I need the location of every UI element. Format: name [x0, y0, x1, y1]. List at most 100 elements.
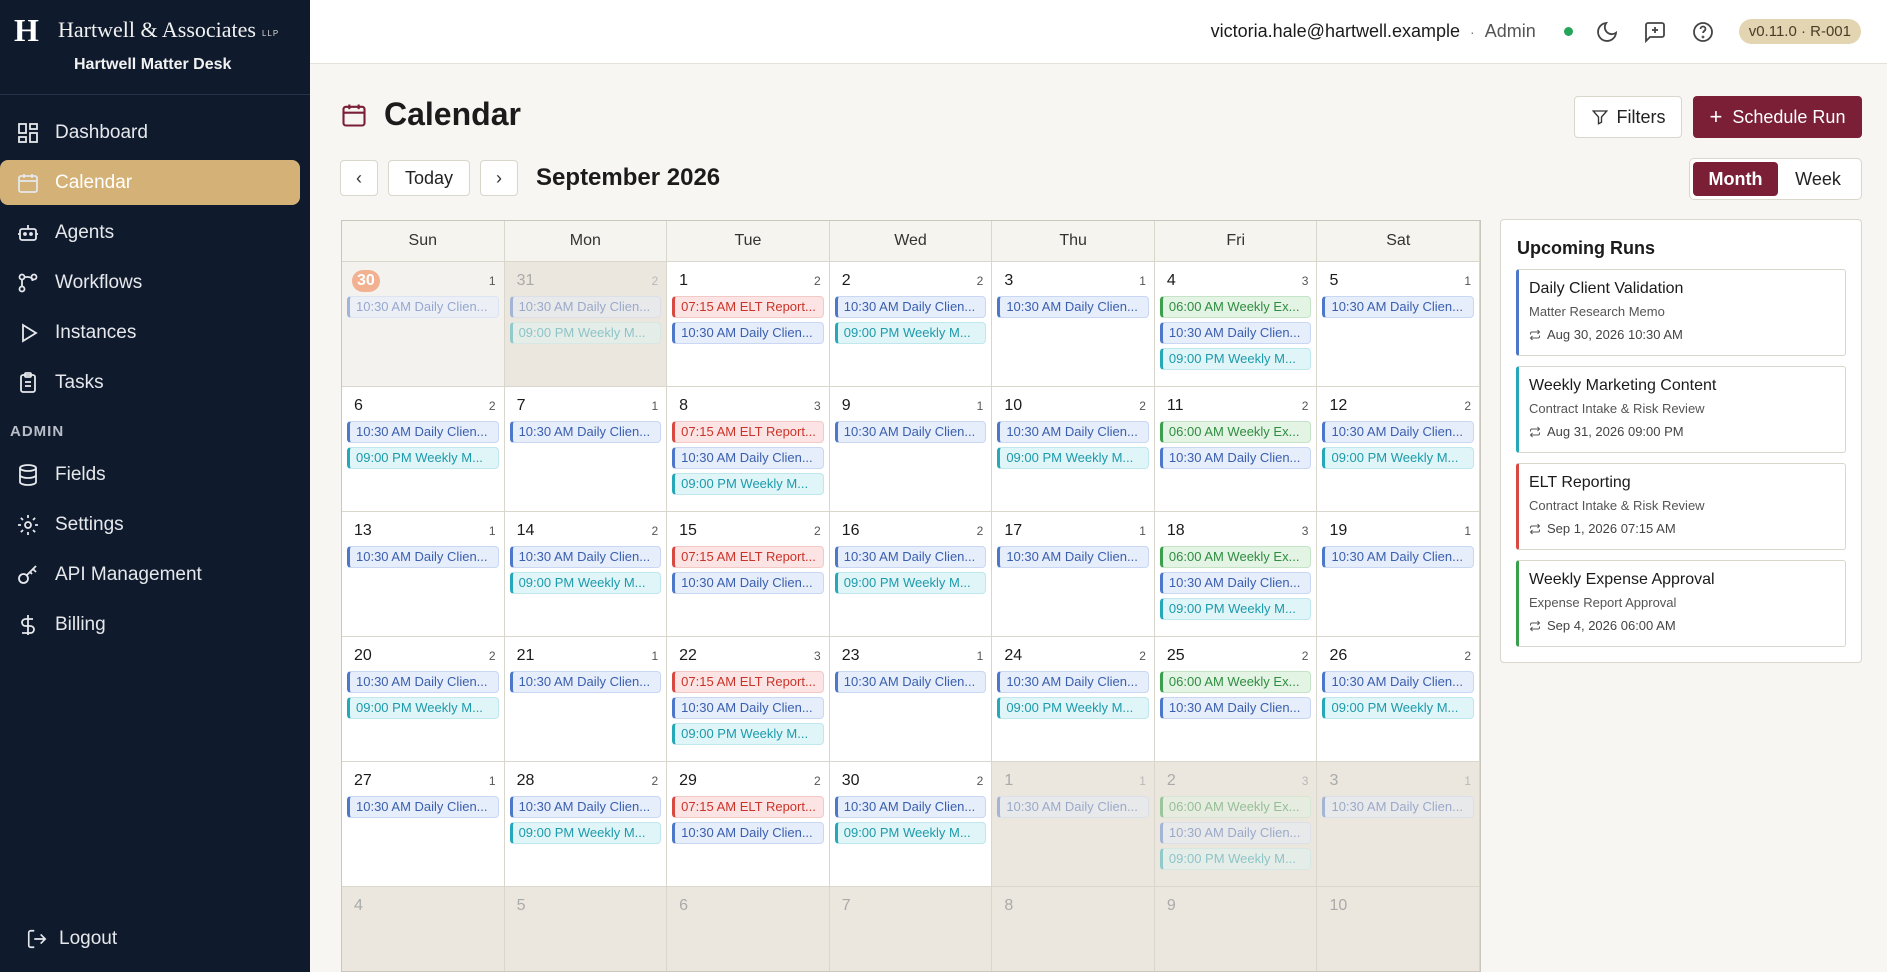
sidebar-item-settings[interactable]: Settings [0, 502, 300, 547]
calendar-event[interactable]: 09:00 PM Weekly M... [672, 473, 824, 495]
calendar-day-cell[interactable]: 16 2 10:30 AM Daily Clien... 09:00 PM Weekl… [829, 512, 993, 636]
calendar-event[interactable]: 07:15 AM ELT Report... [672, 546, 824, 568]
upcoming-run-card[interactable]: Weekly Marketing Content Contract Intake … [1516, 366, 1846, 453]
calendar-event[interactable]: 10:30 AM Daily Clien... [1159, 447, 1312, 469]
calendar-event[interactable]: 06:00 AM Weekly Ex... [1159, 796, 1312, 818]
calendar-day-cell[interactable]: 4 [342, 887, 505, 971]
calendar-day-cell[interactable]: 18 3 06:00 AM Weekly Ex... 10:30 AM Daily C… [1154, 512, 1318, 636]
calendar-event[interactable]: 10:30 AM Daily Clien... [834, 671, 987, 693]
moon-icon[interactable] [1595, 20, 1619, 44]
calendar-day-cell[interactable]: 26 2 10:30 AM Daily Clien... 09:00 PM Weekl… [1317, 637, 1480, 761]
calendar-event[interactable]: 10:30 AM Daily Clien... [1322, 296, 1475, 318]
calendar-event[interactable]: 09:00 PM Weekly M... [347, 447, 499, 469]
calendar-event[interactable]: 10:30 AM Daily Clien... [672, 447, 824, 469]
calendar-event[interactable]: 09:00 PM Weekly M... [672, 723, 824, 745]
calendar-day-cell[interactable]: 4 3 06:00 AM Weekly Ex... 10:30 AM Daily Cl… [1154, 262, 1318, 386]
next-month-button[interactable]: › [480, 160, 519, 196]
calendar-event[interactable]: 10:30 AM Daily Clien... [347, 296, 499, 318]
calendar-day-cell[interactable]: 2 3 06:00 AM Weekly Ex... 10:30 AM Daily Cl… [1154, 762, 1318, 886]
calendar-event[interactable]: 10:30 AM Daily Clien... [997, 546, 1149, 568]
calendar-day-cell[interactable]: 19 1 10:30 AM Daily Clien... [1317, 512, 1480, 636]
calendar-day-cell[interactable]: 17 1 10:30 AM Daily Clien... [992, 512, 1155, 636]
calendar-event[interactable]: 10:30 AM Daily Clien... [1159, 322, 1312, 344]
calendar-event[interactable]: 10:30 AM Daily Clien... [834, 296, 987, 318]
calendar-day-cell[interactable]: 1 1 10:30 AM Daily Clien... [992, 762, 1155, 886]
upcoming-run-card[interactable]: Weekly Expense Approval Expense Report Ap… [1516, 560, 1846, 647]
calendar-day-cell[interactable]: 3 1 10:30 AM Daily Clien... [992, 262, 1155, 386]
calendar-event[interactable]: 10:30 AM Daily Clien... [1322, 671, 1475, 693]
calendar-event[interactable]: 09:00 PM Weekly M... [1159, 348, 1312, 370]
calendar-event[interactable]: 10:30 AM Daily Clien... [509, 546, 662, 568]
calendar-day-cell[interactable]: 8 3 07:15 AM ELT Report... 10:30 AM Daily C… [667, 387, 830, 511]
view-month-button[interactable]: Month [1693, 162, 1778, 196]
calendar-day-cell[interactable]: 30 2 10:30 AM Daily Clien... 09:00 PM Weekl… [829, 762, 993, 886]
calendar-day-cell[interactable]: 8 [992, 887, 1155, 971]
calendar-day-cell[interactable]: 20 2 10:30 AM Daily Clien... 09:00 PM Weekl… [342, 637, 505, 761]
calendar-day-cell[interactable]: 29 2 07:15 AM ELT Report... 10:30 AM Daily … [667, 762, 830, 886]
calendar-event[interactable]: 09:00 PM Weekly M... [1159, 848, 1312, 870]
calendar-event[interactable]: 10:30 AM Daily Clien... [347, 421, 499, 443]
calendar-event[interactable]: 07:15 AM ELT Report... [672, 296, 824, 318]
calendar-day-cell[interactable]: 10 2 10:30 AM Daily Clien... 09:00 PM Weekl… [992, 387, 1155, 511]
calendar-day-cell[interactable]: 7 [829, 887, 993, 971]
calendar-day-cell[interactable]: 15 2 07:15 AM ELT Report... 10:30 AM Daily … [667, 512, 830, 636]
calendar-day-cell[interactable]: 9 [1154, 887, 1318, 971]
calendar-event[interactable]: 06:00 AM Weekly Ex... [1159, 296, 1312, 318]
calendar-day-cell[interactable]: 1 2 07:15 AM ELT Report... 10:30 AM Daily C… [667, 262, 830, 386]
calendar-day-cell[interactable]: 27 1 10:30 AM Daily Clien... [342, 762, 505, 886]
calendar-day-cell[interactable]: 14 2 10:30 AM Daily Clien... 09:00 PM Weekl… [504, 512, 668, 636]
calendar-event[interactable]: 10:30 AM Daily Clien... [1159, 822, 1312, 844]
schedule-run-button[interactable]: + Schedule Run [1693, 96, 1862, 138]
sidebar-item-dashboard[interactable]: Dashboard [0, 110, 300, 155]
calendar-event[interactable]: 06:00 AM Weekly Ex... [1159, 671, 1312, 693]
upcoming-run-card[interactable]: Daily Client Validation Matter Research M… [1516, 269, 1846, 356]
calendar-event[interactable]: 10:30 AM Daily Clien... [509, 296, 662, 318]
sidebar-item-billing[interactable]: Billing [0, 602, 300, 647]
calendar-day-cell[interactable]: 9 1 10:30 AM Daily Clien... [829, 387, 993, 511]
calendar-day-cell[interactable]: 5 1 10:30 AM Daily Clien... [1317, 262, 1480, 386]
calendar-day-cell[interactable]: 22 3 07:15 AM ELT Report... 10:30 AM Daily … [667, 637, 830, 761]
calendar-event[interactable]: 09:00 PM Weekly M... [1322, 697, 1475, 719]
calendar-day-cell[interactable]: 30 1 10:30 AM Daily Clien... [342, 262, 505, 386]
prev-month-button[interactable]: ‹ [340, 160, 378, 196]
calendar-event[interactable]: 10:30 AM Daily Clien... [1159, 697, 1312, 719]
sidebar-item-agents[interactable]: Agents [0, 210, 300, 255]
calendar-day-cell[interactable]: 12 2 10:30 AM Daily Clien... 09:00 PM Weekl… [1317, 387, 1480, 511]
logout-button[interactable]: Logout [26, 928, 117, 950]
calendar-event[interactable]: 10:30 AM Daily Clien... [347, 546, 499, 568]
calendar-day-cell[interactable]: 11 2 06:00 AM Weekly Ex... 10:30 AM Daily C… [1154, 387, 1318, 511]
calendar-day-cell[interactable]: 5 [504, 887, 668, 971]
feedback-icon[interactable] [1643, 20, 1667, 44]
sidebar-item-instances[interactable]: Instances [0, 310, 300, 355]
calendar-event[interactable]: 09:00 PM Weekly M... [1159, 598, 1312, 620]
calendar-event[interactable]: 10:30 AM Daily Clien... [509, 796, 662, 818]
calendar-day-cell[interactable]: 6 2 10:30 AM Daily Clien... 09:00 PM Weekly… [342, 387, 505, 511]
calendar-event[interactable]: 10:30 AM Daily Clien... [1159, 572, 1312, 594]
calendar-event[interactable]: 09:00 PM Weekly M... [1322, 447, 1475, 469]
calendar-event[interactable]: 10:30 AM Daily Clien... [834, 546, 987, 568]
calendar-event[interactable]: 10:30 AM Daily Clien... [1322, 796, 1475, 818]
calendar-day-cell[interactable]: 28 2 10:30 AM Daily Clien... 09:00 PM Weekl… [504, 762, 668, 886]
calendar-event[interactable]: 10:30 AM Daily Clien... [1322, 546, 1475, 568]
upcoming-run-card[interactable]: ELT Reporting Contract Intake & Risk Revi… [1516, 463, 1846, 550]
calendar-event[interactable]: 10:30 AM Daily Clien... [834, 421, 987, 443]
calendar-day-cell[interactable]: 6 [667, 887, 830, 971]
sidebar-item-workflows[interactable]: Workflows [0, 260, 300, 305]
calendar-day-cell[interactable]: 13 1 10:30 AM Daily Clien... [342, 512, 505, 636]
calendar-event[interactable]: 07:15 AM ELT Report... [672, 421, 824, 443]
calendar-day-cell[interactable]: 3 1 10:30 AM Daily Clien... [1317, 762, 1480, 886]
sidebar-item-calendar[interactable]: Calendar [0, 160, 300, 205]
calendar-day-cell[interactable]: 25 2 06:00 AM Weekly Ex... 10:30 AM Daily C… [1154, 637, 1318, 761]
calendar-event[interactable]: 09:00 PM Weekly M... [509, 322, 662, 344]
view-week-button[interactable]: Week [1778, 162, 1858, 196]
calendar-event[interactable]: 10:30 AM Daily Clien... [672, 697, 824, 719]
calendar-event[interactable]: 09:00 PM Weekly M... [834, 822, 987, 844]
calendar-event[interactable]: 09:00 PM Weekly M... [347, 697, 499, 719]
calendar-event[interactable]: 09:00 PM Weekly M... [997, 697, 1149, 719]
filters-button[interactable]: Filters [1574, 96, 1682, 138]
calendar-event[interactable]: 10:30 AM Daily Clien... [509, 421, 662, 443]
calendar-day-cell[interactable]: 2 2 10:30 AM Daily Clien... 09:00 PM Weekly… [829, 262, 993, 386]
calendar-day-cell[interactable]: 23 1 10:30 AM Daily Clien... [829, 637, 993, 761]
calendar-event[interactable]: 10:30 AM Daily Clien... [997, 296, 1149, 318]
calendar-day-cell[interactable]: 7 1 10:30 AM Daily Clien... [504, 387, 668, 511]
